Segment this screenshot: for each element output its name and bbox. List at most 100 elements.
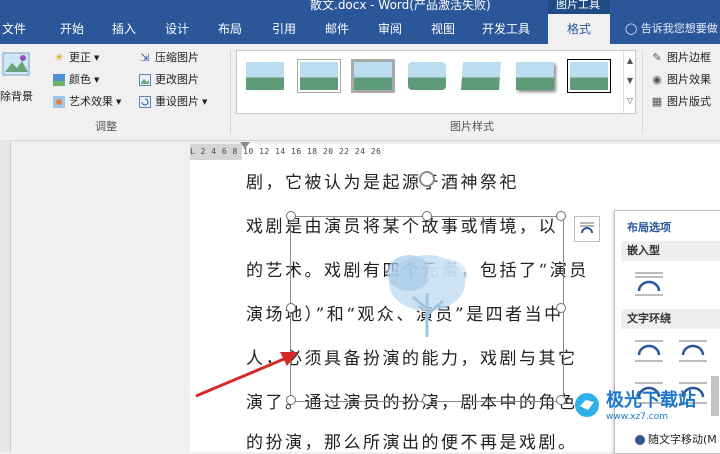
adjust-group-label: 调整: [95, 120, 117, 133]
tell-me-text: 告诉我您想要做: [640, 22, 718, 35]
artistic-effects-icon: [52, 95, 66, 109]
tab-home[interactable]: 开始: [60, 14, 84, 44]
artistic-effects-label: 艺术效果: [69, 95, 113, 108]
styles-group-label: 图片样式: [450, 120, 494, 133]
wrap-section: 文字环绕: [621, 309, 720, 329]
gallery-scroll[interactable]: ▲ ▼ ▽: [623, 51, 636, 113]
picture-style-1[interactable]: [243, 59, 287, 93]
tab-format[interactable]: 格式: [548, 14, 610, 44]
tab-mailings[interactable]: 邮件: [325, 14, 349, 44]
horizontal-ruler[interactable]: L 2 4 6 8 10 12 14 16 18 20 22 24 26: [190, 144, 720, 161]
watermark-logo-icon: [575, 393, 599, 417]
picture-border-label: 图片边框: [667, 51, 711, 64]
watermark-text: 极光下载站: [606, 390, 696, 411]
chevron-down-icon: ▼: [94, 76, 100, 84]
tab-design[interactable]: 设计: [165, 14, 189, 44]
group-divider: [230, 50, 231, 134]
resize-handle[interactable]: [286, 303, 296, 313]
document-line: 的扮演，那么所演出的便不再是戏剧。: [246, 433, 578, 452]
picture-style-7[interactable]: [567, 59, 611, 93]
site-watermark: 极光下载站 www.xz7.com: [572, 384, 720, 430]
ruler-marks: L 2 4 6 8 10 12 14 16 18 20 22 24 26: [190, 147, 382, 156]
picture-style-2[interactable]: [297, 59, 341, 93]
selected-picture[interactable]: [290, 216, 564, 402]
tab-insert[interactable]: 插入: [112, 14, 136, 44]
resize-handle[interactable]: [556, 211, 566, 221]
reset-picture-button[interactable]: 重设图片 ▼: [138, 92, 207, 112]
compress-pictures-button[interactable]: ⇲ 压缩图片: [138, 48, 199, 68]
layout-options-button[interactable]: [574, 216, 600, 242]
change-picture-label: 更改图片: [155, 73, 199, 86]
rotate-handle[interactable]: [419, 171, 435, 187]
resize-handle[interactable]: [422, 395, 432, 405]
chevron-down-icon: ▼: [202, 98, 208, 106]
corrections-label: 更正: [69, 51, 91, 64]
radio-icon: [635, 435, 645, 445]
layout-options-icon: [580, 222, 594, 234]
tab-developer[interactable]: 开发工具: [482, 14, 530, 44]
change-picture-button[interactable]: 更改图片: [138, 70, 199, 90]
compress-label: 压缩图片: [155, 51, 199, 64]
window-title: 散文.docx - Word(产品激活失败): [310, 0, 491, 12]
tree-picture: [387, 255, 467, 337]
picture-style-5[interactable]: [459, 59, 503, 93]
picture-border-button[interactable]: ✎ 图片边框: [650, 48, 711, 68]
picture-layout-button[interactable]: ▦ 图片版式: [650, 92, 711, 112]
document-line: 剧，它被认为是起源于酒神祭祀: [246, 173, 519, 193]
reset-picture-icon: [138, 95, 152, 109]
tab-file[interactable]: 文件: [2, 14, 26, 44]
picture-style-3[interactable]: [351, 59, 395, 93]
resize-handle[interactable]: [556, 395, 566, 405]
inline-section: 嵌入型: [621, 241, 720, 261]
ribbon: 除背景 ☀ 更正 ▼ 颜色 ▼ 艺术效果 ▼ ⇲ 压缩图片 更改图片 重设图片 …: [0, 44, 720, 141]
corrections-button[interactable]: ☀ 更正 ▼: [52, 48, 99, 68]
layout-icon: ▦: [651, 95, 663, 108]
remove-background-button[interactable]: 除背景: [0, 50, 40, 108]
remove-background-icon: [2, 52, 30, 76]
tab-review[interactable]: 审阅: [378, 14, 402, 44]
chevron-down-icon: ▼: [116, 98, 122, 106]
compress-icon: ⇲: [140, 51, 150, 64]
inline-with-text-option[interactable]: [633, 269, 665, 297]
square-wrap-option[interactable]: [633, 337, 665, 365]
move-with-text-label: 随文字移动(M: [648, 433, 717, 446]
picture-effects-label: 图片效果: [667, 73, 711, 86]
resize-handle[interactable]: [286, 211, 296, 221]
picture-style-6[interactable]: [513, 59, 557, 93]
color-button[interactable]: 颜色 ▼: [52, 70, 99, 90]
tell-me-search[interactable]: ◯ 告诉我您想要做: [625, 14, 718, 44]
context-tab-label: 图片工具: [556, 0, 600, 11]
color-icon: [52, 73, 66, 87]
tab-references[interactable]: 引用: [272, 14, 296, 44]
change-picture-icon: [138, 73, 152, 87]
watermark-url: www.xz7.com: [606, 412, 668, 422]
group-divider: [642, 50, 643, 134]
gallery-down-icon[interactable]: ▼: [624, 71, 636, 91]
resize-handle[interactable]: [286, 395, 296, 405]
remove-background-label: 除背景: [0, 90, 33, 103]
move-with-text-option[interactable]: 随文字移动(M: [615, 431, 717, 447]
picture-effects-button[interactable]: ◉ 图片效果: [650, 70, 711, 90]
chevron-down-icon: ▼: [94, 54, 100, 62]
title-bar: 散文.docx - Word(产品激活失败) 图片工具: [0, 0, 720, 14]
picture-tools-context: 图片工具: [548, 0, 610, 14]
layout-options-title: 布局选项: [627, 221, 671, 234]
ribbon-tabs: 文件 开始 插入 设计 布局 引用 邮件 审阅 视图 开发工具 格式 ◯ 告诉我…: [0, 14, 720, 44]
sun-icon: ☀: [54, 51, 64, 64]
resize-handle[interactable]: [422, 211, 432, 221]
vertical-ruler[interactable]: [0, 140, 11, 452]
tight-wrap-option[interactable]: [677, 337, 709, 365]
tab-view[interactable]: 视图: [431, 14, 455, 44]
gallery-more-icon[interactable]: ▽: [624, 91, 636, 111]
color-label: 颜色: [69, 73, 91, 86]
lightbulb-icon: ◯: [625, 22, 638, 35]
effects-icon: ◉: [652, 73, 662, 86]
indent-marker[interactable]: [240, 142, 250, 149]
artistic-effects-button[interactable]: 艺术效果 ▼: [52, 92, 121, 112]
resize-handle[interactable]: [556, 303, 566, 313]
picture-style-4[interactable]: [405, 59, 449, 93]
pen-icon: ✎: [652, 51, 662, 64]
tab-layout[interactable]: 布局: [218, 14, 242, 44]
picture-styles-gallery: ▲ ▼ ▽: [236, 50, 636, 114]
gallery-up-icon[interactable]: ▲: [624, 51, 636, 71]
